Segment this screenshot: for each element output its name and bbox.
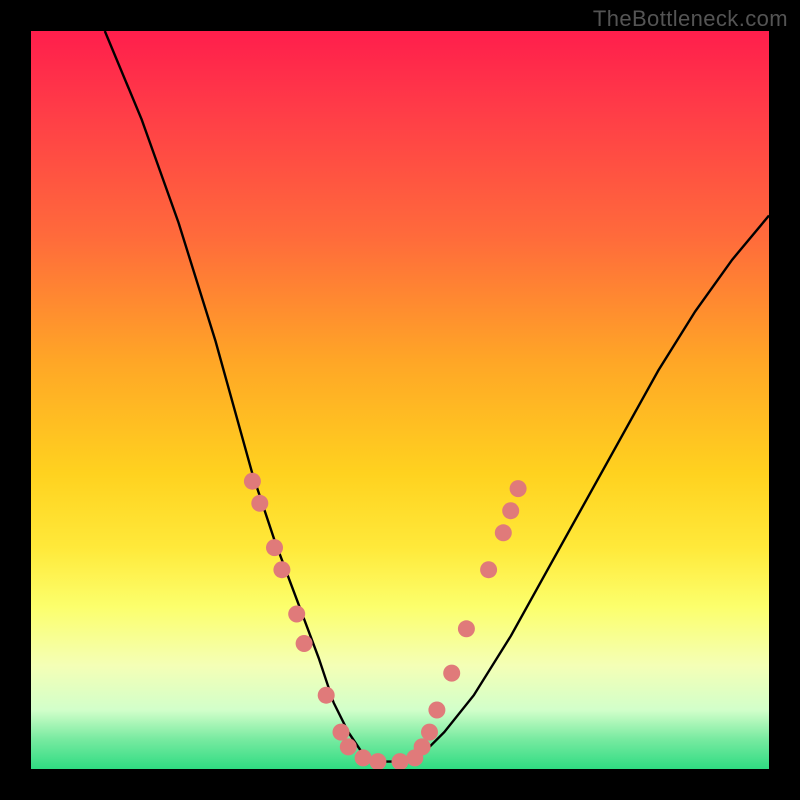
chart-frame: TheBottleneck.com — [0, 0, 800, 800]
curve-marker — [421, 724, 438, 741]
chart-plot-area — [31, 31, 769, 769]
curve-marker — [318, 687, 335, 704]
curve-marker — [273, 561, 290, 578]
curve-marker — [296, 635, 313, 652]
curve-marker — [266, 539, 283, 556]
curve-marker — [355, 749, 372, 766]
curve-marker — [414, 738, 431, 755]
curve-marker — [458, 620, 475, 637]
curve-marker — [510, 480, 527, 497]
curve-marker — [428, 702, 445, 719]
curve-marker — [369, 753, 386, 769]
curve-marker — [340, 738, 357, 755]
curve-marker — [495, 524, 512, 541]
curve-marker — [480, 561, 497, 578]
curve-marker — [443, 665, 460, 682]
attribution-text: TheBottleneck.com — [593, 6, 788, 32]
curve-marker — [333, 724, 350, 741]
chart-svg — [31, 31, 769, 769]
curve-markers — [244, 473, 527, 769]
curve-marker — [288, 606, 305, 623]
curve-marker — [502, 502, 519, 519]
curve-marker — [251, 495, 268, 512]
curve-marker — [392, 753, 409, 769]
curve-marker — [244, 473, 261, 490]
curve-marker — [406, 749, 423, 766]
bottleneck-curve — [105, 31, 769, 762]
